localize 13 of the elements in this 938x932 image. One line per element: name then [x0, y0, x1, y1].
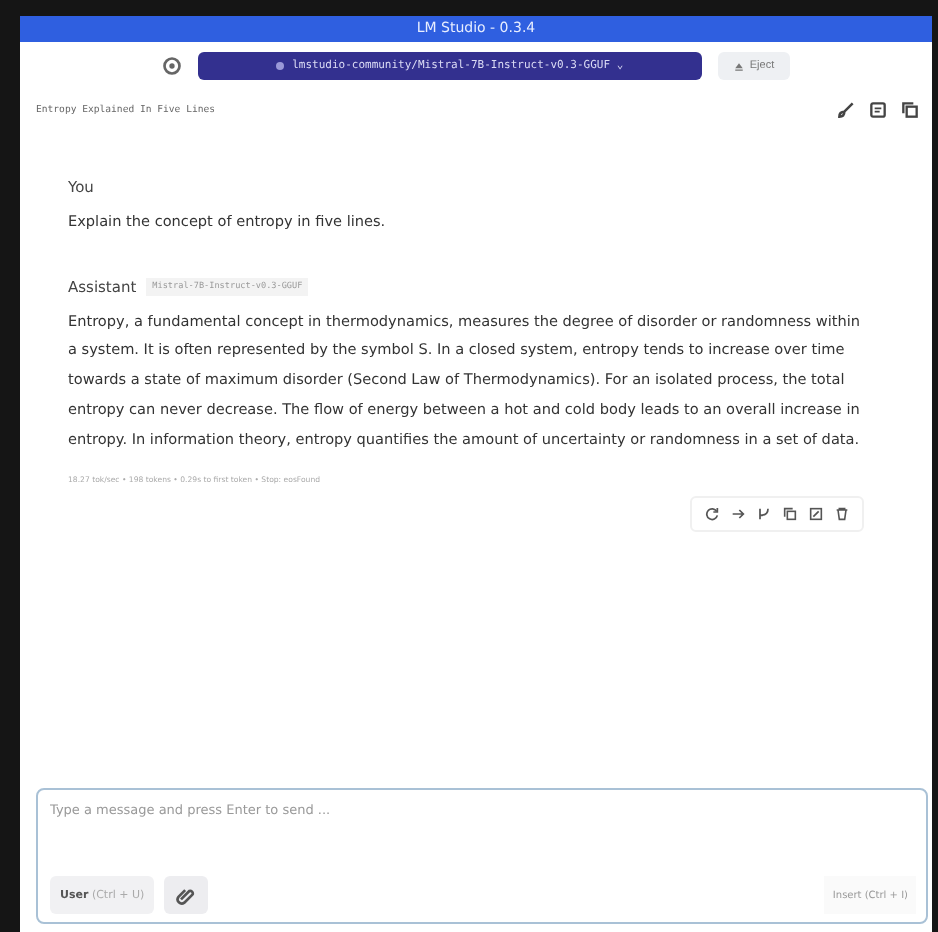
- brush-icon[interactable]: [836, 100, 856, 120]
- copy-icon[interactable]: [900, 100, 920, 120]
- paperclip-icon: [176, 885, 197, 905]
- trash-icon[interactable]: [834, 506, 850, 523]
- arrow-icon[interactable]: [730, 506, 746, 523]
- edit-icon[interactable]: [808, 506, 824, 523]
- attach-button[interactable]: [164, 876, 209, 914]
- copy-icon[interactable]: [782, 506, 798, 523]
- settings-icon[interactable]: [161, 56, 182, 76]
- document-icon[interactable]: [868, 100, 888, 120]
- regenerate-icon[interactable]: [704, 506, 720, 523]
- branch-icon[interactable]: [756, 506, 772, 523]
- eject-icon: [733, 61, 744, 71]
